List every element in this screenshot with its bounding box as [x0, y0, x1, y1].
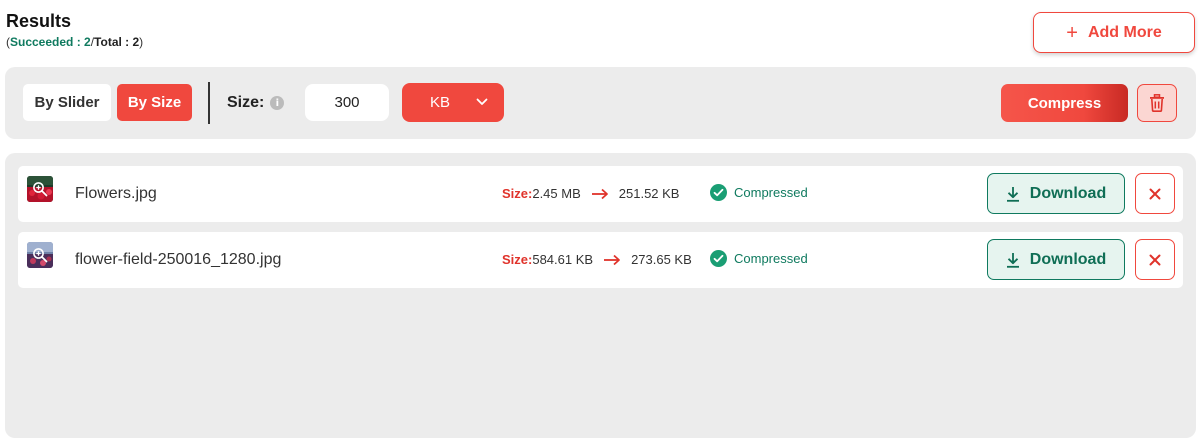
- compression-toolbar: By Slider By Size Size: i KB Compress: [5, 67, 1196, 139]
- plus-icon: +: [1066, 21, 1078, 44]
- close-paren: ): [139, 35, 144, 49]
- download-label: Download: [1029, 250, 1107, 268]
- remove-file-button[interactable]: [1135, 173, 1175, 214]
- target-size-input[interactable]: [305, 84, 389, 121]
- toolbar-divider: [208, 82, 210, 124]
- zoom-icon[interactable]: [27, 176, 53, 202]
- status-badge: Compressed: [710, 250, 808, 267]
- info-icon[interactable]: i: [270, 96, 285, 110]
- size-info-label: Size:: [502, 186, 533, 201]
- file-thumbnail[interactable]: [27, 242, 53, 268]
- check-circle-icon: [710, 250, 727, 267]
- file-row: Flowers.jpg Size: 2.45 MB 251.52 KB Comp…: [18, 166, 1183, 222]
- results-list: Flowers.jpg Size: 2.45 MB 251.52 KB Comp…: [5, 153, 1196, 438]
- size-comparison: Size: 584.61 KB 273.65 KB: [502, 252, 692, 267]
- download-icon: [1006, 186, 1019, 202]
- size-info-label: Size:: [502, 252, 533, 267]
- total-count: Total : 2: [94, 35, 140, 49]
- file-name: flower-field-250016_1280.jpg: [75, 251, 282, 268]
- trash-icon: [1150, 94, 1164, 112]
- unit-select-value: KB: [430, 94, 451, 111]
- close-icon: [1149, 188, 1161, 199]
- size-label-text: Size:: [227, 94, 265, 111]
- original-size: 584.61 KB: [532, 252, 594, 267]
- succeeded-count: Succeeded : 2: [10, 35, 91, 49]
- status-text: Compressed: [734, 251, 808, 266]
- remove-file-button[interactable]: [1135, 239, 1175, 280]
- results-header: Results (Succeeded : 2/Total : 2): [6, 10, 143, 50]
- chevron-down-icon: [476, 98, 488, 105]
- zoom-icon[interactable]: [27, 242, 53, 268]
- download-icon: [1006, 252, 1019, 268]
- by-slider-tab[interactable]: By Slider: [23, 84, 111, 121]
- add-more-button[interactable]: + Add More: [1033, 12, 1195, 53]
- unit-select[interactable]: KB: [402, 83, 504, 122]
- size-comparison: Size: 2.45 MB 251.52 KB: [502, 186, 679, 201]
- download-button[interactable]: Download: [987, 173, 1125, 214]
- download-button[interactable]: Download: [987, 239, 1125, 280]
- status-badge: Compressed: [710, 184, 808, 201]
- compressed-size: 251.52 KB: [618, 186, 680, 201]
- arrow-right-icon: [603, 254, 621, 266]
- page-title: Results: [6, 11, 72, 31]
- status-text: Compressed: [734, 185, 808, 200]
- compressed-size: 273.65 KB: [631, 252, 692, 267]
- close-icon: [1149, 254, 1161, 265]
- by-size-tab[interactable]: By Size: [117, 84, 192, 121]
- size-label: Size: i: [227, 94, 285, 112]
- delete-all-button[interactable]: [1137, 84, 1177, 122]
- file-row: flower-field-250016_1280.jpg Size: 584.6…: [18, 232, 1183, 288]
- arrow-right-icon: [591, 188, 609, 200]
- check-circle-icon: [710, 184, 727, 201]
- add-more-label: Add More: [1087, 23, 1162, 41]
- download-label: Download: [1029, 184, 1107, 202]
- file-thumbnail[interactable]: [27, 176, 53, 202]
- original-size: 2.45 MB: [532, 186, 581, 201]
- results-counts: (Succeeded : 2/Total : 2): [6, 34, 143, 50]
- compress-button[interactable]: Compress: [1001, 84, 1128, 122]
- file-name: Flowers.jpg: [75, 185, 157, 202]
